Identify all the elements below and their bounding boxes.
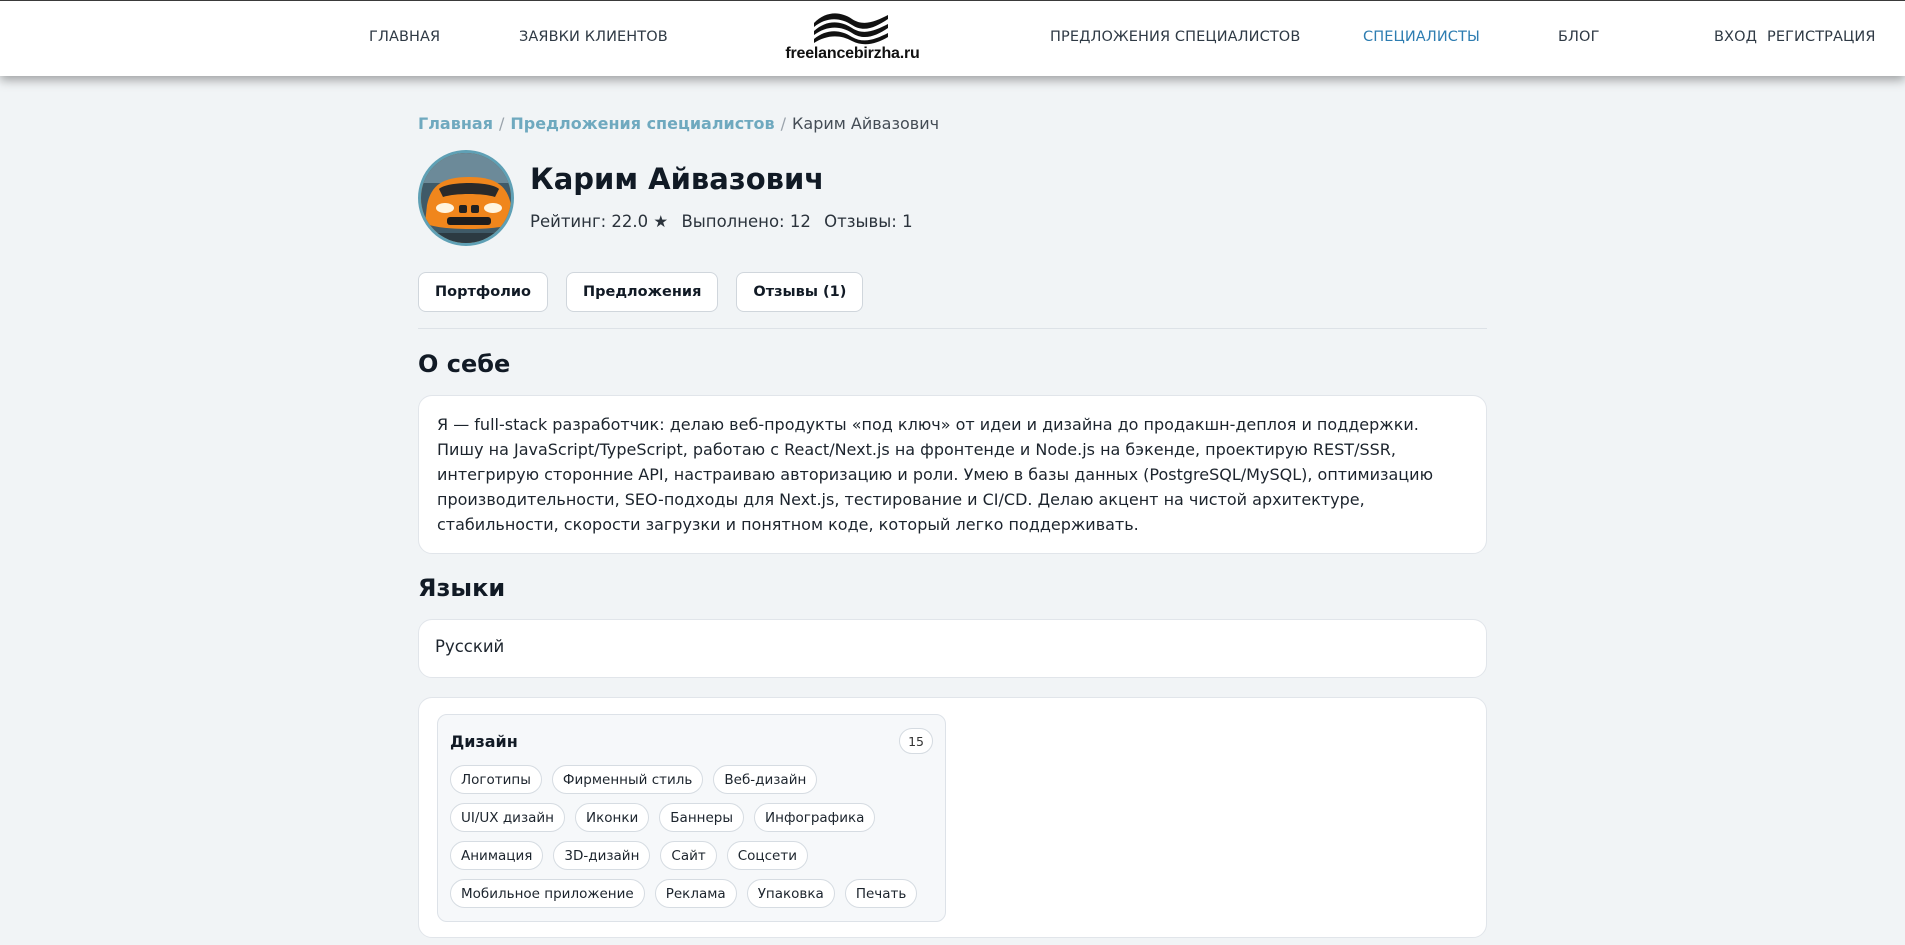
skill-chip[interactable]: Фирменный стиль bbox=[551, 765, 704, 794]
register-link[interactable]: РЕГИСТРАЦИЯ bbox=[1767, 29, 1876, 45]
skill-chip[interactable]: Инфографика bbox=[754, 803, 876, 832]
breadcrumb-offers-link[interactable]: Предложения специалистов bbox=[510, 114, 774, 133]
skill-category-card: Дизайн 15 Логотипы Фирменный стиль Веб-д… bbox=[437, 714, 946, 922]
profile-stats: Рейтинг: 22.0 ★ Выполнено: 12 Отзывы: 1 bbox=[530, 212, 921, 231]
about-card: Я — full-stack разработчик: делаю веб-пр… bbox=[418, 395, 1487, 554]
breadcrumb-separator: / bbox=[498, 114, 505, 133]
skill-chip[interactable]: Баннеры bbox=[659, 803, 745, 832]
skill-count-badge: 15 bbox=[899, 728, 933, 754]
waves-logo-icon bbox=[814, 13, 888, 45]
skill-chip[interactable]: Мобильное приложение bbox=[450, 879, 645, 908]
logo-text: freelancebirzha.ru bbox=[785, 45, 920, 62]
breadcrumb-current: Карим Айвазович bbox=[792, 114, 940, 133]
reviews-stat: Отзывы: 1 bbox=[824, 212, 913, 231]
profile-tabs: Портфолио Предложения Отзывы (1) bbox=[418, 272, 864, 312]
skill-chip[interactable]: Веб-дизайн bbox=[713, 765, 818, 794]
nav-link-blog[interactable]: БЛОГ bbox=[1558, 29, 1600, 45]
top-navigation-bar: ГЛАВНАЯ ЗАЯВКИ КЛИЕНТОВ freelancebirzha.… bbox=[0, 0, 1905, 76]
skill-chip[interactable]: Сайт bbox=[660, 841, 717, 870]
skill-chips: Логотипы Фирменный стиль Веб-дизайн UI/U… bbox=[450, 765, 940, 908]
language-item: Русский bbox=[435, 637, 505, 656]
nav-link-home[interactable]: ГЛАВНАЯ bbox=[369, 29, 440, 45]
skill-chip[interactable]: Соцсети bbox=[726, 841, 808, 870]
login-link[interactable]: ВХОД bbox=[1714, 29, 1757, 45]
skill-chip[interactable]: Иконки bbox=[575, 803, 650, 832]
tab-portfolio[interactable]: Портфолио bbox=[418, 272, 548, 312]
skill-chip[interactable]: Реклама bbox=[654, 879, 737, 908]
site-logo[interactable]: freelancebirzha.ru bbox=[780, 9, 925, 65]
skill-chip[interactable]: Печать bbox=[844, 879, 918, 908]
tab-reviews[interactable]: Отзывы (1) bbox=[736, 272, 864, 312]
skill-chip[interactable]: Анимация bbox=[450, 841, 544, 870]
nav-link-client-requests[interactable]: ЗАЯВКИ КЛИЕНТОВ bbox=[519, 29, 668, 45]
about-title: О себе bbox=[418, 350, 511, 378]
breadcrumb-separator: / bbox=[780, 114, 787, 133]
breadcrumb-home-link[interactable]: Главная bbox=[418, 114, 493, 133]
skills-section: Дизайн 15 Логотипы Фирменный стиль Веб-д… bbox=[418, 697, 1487, 938]
languages-title: Языки bbox=[418, 574, 506, 602]
nav-link-specialists[interactable]: СПЕЦИАЛИСТЫ bbox=[1363, 29, 1480, 45]
divider bbox=[418, 328, 1487, 329]
avatar bbox=[418, 150, 514, 246]
rating-stat: Рейтинг: 22.0 ★ bbox=[530, 212, 669, 231]
skill-category-title: Дизайн bbox=[450, 732, 518, 751]
skill-chip[interactable]: UI/UX дизайн bbox=[450, 803, 565, 832]
skill-chip[interactable]: Логотипы bbox=[450, 765, 542, 794]
orange-car-avatar-icon bbox=[421, 153, 511, 243]
tab-offers[interactable]: Предложения bbox=[565, 272, 719, 312]
skill-chip[interactable]: 3D-дизайн bbox=[553, 841, 651, 870]
breadcrumb: Главная / Предложения специалистов / Карим А… bbox=[418, 114, 939, 133]
nav-link-specialist-offers[interactable]: ПРЕДЛОЖЕНИЯ СПЕЦИАЛИСТОВ bbox=[1050, 29, 1300, 45]
skill-chip[interactable]: Упаковка bbox=[746, 879, 835, 908]
profile-name: Карим Айвазович bbox=[530, 162, 825, 196]
languages-card: Русский bbox=[418, 619, 1487, 678]
about-text: Я — full-stack разработчик: делаю веб-пр… bbox=[437, 415, 1434, 534]
completed-stat: Выполнено: 12 bbox=[681, 212, 811, 231]
